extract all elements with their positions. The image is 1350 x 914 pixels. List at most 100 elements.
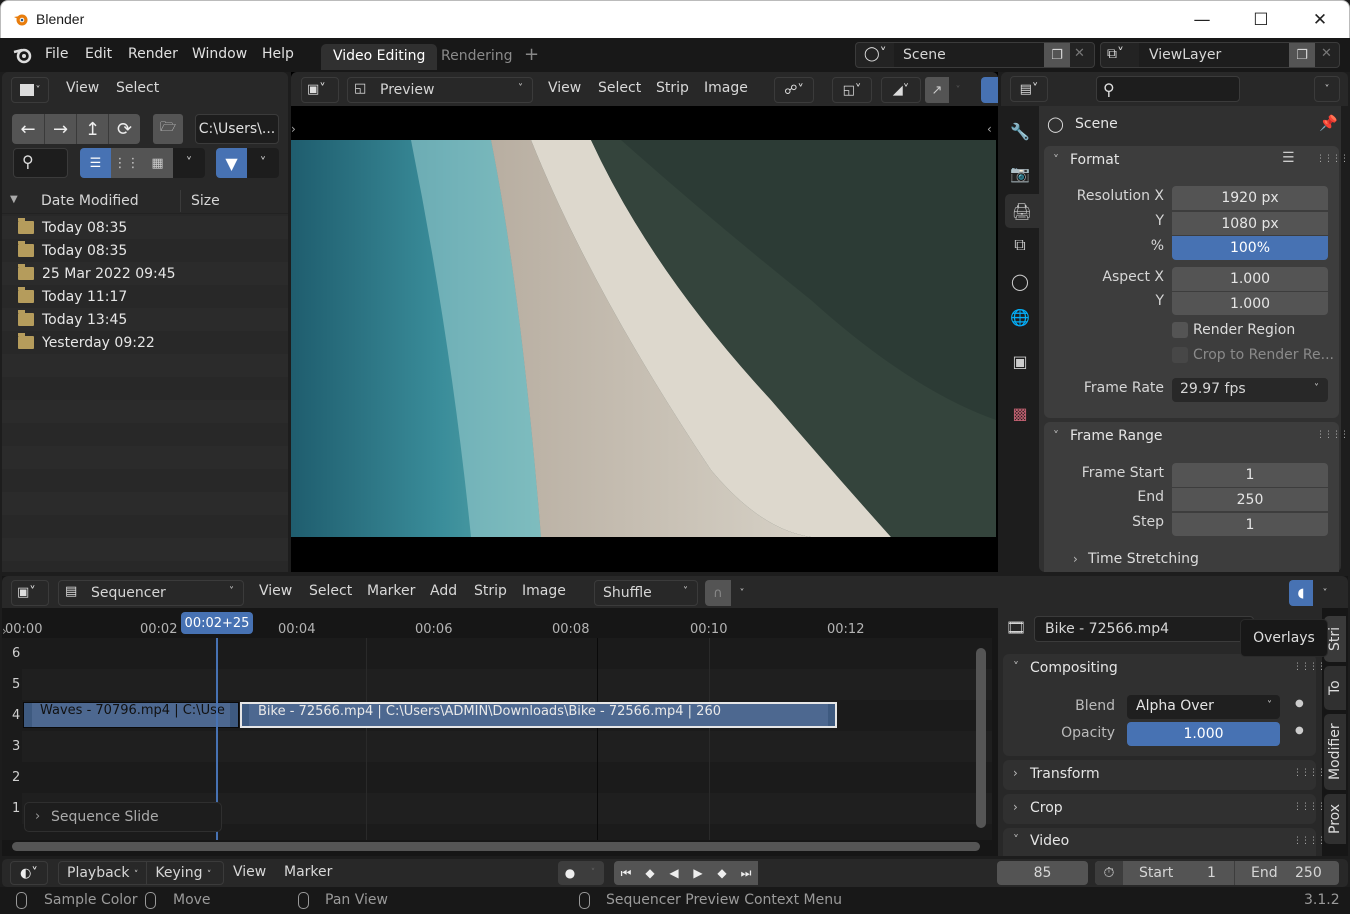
pin-icon[interactable]: 📌 (1319, 114, 1338, 132)
forward-button[interactable]: → (44, 114, 76, 144)
aspect-y-field[interactable]: 1.000 (1172, 291, 1328, 315)
menu-window[interactable]: Window (192, 46, 247, 62)
tab-collection[interactable]: ▣ (1005, 346, 1035, 376)
tab-video-editing[interactable]: Video Editing (321, 44, 438, 70)
chevron-down-icon[interactable]: ˅ (1053, 153, 1059, 167)
tab-render[interactable]: 📷 (1005, 158, 1035, 188)
editor-type-properties[interactable]: ▤˅ (1010, 76, 1048, 102)
resolution-x-field[interactable]: 1920 px (1172, 186, 1328, 210)
editor-type-sequencer[interactable]: ▣˅ (301, 77, 339, 103)
current-time-indicator[interactable]: 00:02+25 (181, 612, 253, 634)
current-frame-field[interactable]: 85 (997, 861, 1088, 885)
vertical-list-button[interactable]: ☰ (80, 148, 111, 178)
filter-search-input[interactable]: ⚲ (13, 148, 68, 178)
format-title[interactable]: Format (1070, 152, 1119, 168)
sidebar-tab-tool[interactable]: To (1324, 666, 1346, 710)
menu-view[interactable]: View (233, 864, 266, 880)
gizmo-toggle[interactable]: ↗ (925, 77, 949, 103)
refresh-button[interactable]: ⟳ (108, 114, 140, 144)
menu-image[interactable]: Image (704, 80, 748, 96)
chevron-down-icon[interactable]: ˅ (1013, 660, 1019, 674)
maximize-button[interactable]: ☐ (1232, 1, 1290, 39)
scene-icon[interactable]: ◯˅ (864, 46, 887, 62)
menu-render[interactable]: Render (128, 46, 178, 62)
tab-world[interactable]: 🌐 (1005, 302, 1035, 332)
chevron-right-icon[interactable]: › (1073, 552, 1078, 566)
menu-marker[interactable]: Marker (284, 864, 332, 880)
keyframe-dot-icon[interactable]: ● (1295, 698, 1304, 709)
menu-select[interactable]: Select (116, 80, 159, 96)
drag-handle-icon[interactable]: ⋮⋮⋮⋮ (1293, 768, 1326, 778)
last-operator-panel[interactable]: › Sequence Slide (24, 802, 222, 832)
drag-handle-icon[interactable]: ⋮⋮⋮⋮ (1293, 802, 1326, 812)
file-list-item[interactable]: Today 08:35 (2, 239, 288, 262)
play-button[interactable]: ▶ (686, 861, 710, 885)
column-date-modified[interactable]: Date Modified (41, 193, 139, 209)
sort-toggle-icon[interactable]: ▼ (10, 194, 18, 205)
menu-strip[interactable]: Strip (656, 80, 689, 96)
tab-view-layer[interactable]: ⧉ (1005, 230, 1035, 260)
properties-options-dropdown[interactable]: ˅ (1314, 76, 1340, 102)
display-options-dropdown[interactable]: ˅ (173, 148, 205, 178)
sidebar-tab-modifier[interactable]: Modifier (1324, 714, 1346, 790)
blender-menu-icon[interactable] (13, 46, 33, 64)
opacity-slider[interactable]: 1.000 (1127, 722, 1280, 746)
strip-waves[interactable]: Waves - 70796.mp4 | C:\Use (23, 702, 239, 728)
snapping-dropdown[interactable]: ˅ (731, 580, 753, 606)
tab-rendering[interactable]: Rendering (429, 44, 525, 70)
scene-selector[interactable]: ◯˅ Scene ❐ ✕ (855, 42, 1095, 68)
tab-texture[interactable]: ▩ (1005, 398, 1035, 428)
drag-handle-icon[interactable]: ⋮⋮⋮⋮ (1293, 836, 1326, 846)
expand-toolbar-icon[interactable]: › (2, 624, 7, 638)
horizontal-list-button[interactable]: ⋮⋮ (111, 148, 142, 178)
viewlayer-icon[interactable]: ⧉˅ (1107, 46, 1124, 62)
chevron-down-icon[interactable]: ˅ (1053, 429, 1059, 443)
start-frame-field[interactable]: Start 1 (1123, 861, 1235, 885)
file-list-item[interactable]: 25 Mar 2022 09:45 (2, 262, 288, 285)
strip-name-field[interactable]: Bike - 72566.mp4 (1034, 616, 1254, 642)
menu-edit[interactable]: Edit (85, 46, 112, 62)
snapping-toggle[interactable]: ∩ (705, 580, 731, 606)
close-button[interactable]: ✕ (1291, 1, 1349, 39)
vertical-scrollbar[interactable] (976, 648, 986, 828)
properties-search-input[interactable]: ⚲ (1096, 76, 1240, 102)
menu-image[interactable]: Image (522, 583, 566, 599)
menu-view[interactable]: View (548, 80, 581, 96)
jump-end-button[interactable]: ⏭ (734, 861, 758, 885)
frame-range-title[interactable]: Frame Range (1070, 428, 1162, 444)
playback-menu[interactable]: Playback ˅ (59, 862, 148, 884)
editor-type-sequencer[interactable]: ▣˅ (11, 580, 49, 606)
record-button[interactable]: ● (558, 861, 582, 885)
keying-options-dropdown[interactable]: ˅ (582, 861, 604, 885)
minimize-button[interactable]: — (1173, 1, 1231, 39)
compositing-title[interactable]: Compositing (1030, 660, 1118, 676)
viewlayer-selector[interactable]: ⧉˅ ViewLayer ❐ ✕ (1100, 42, 1340, 68)
new-scene-icon[interactable]: ❐ (1044, 43, 1070, 67)
frame-rate-dropdown[interactable]: 29.97 fps ˅ (1172, 378, 1328, 402)
filter-options-dropdown[interactable]: ˅ (247, 148, 279, 178)
view-type-dropdown[interactable]: ◱ Preview ˅ (347, 77, 533, 103)
resolution-y-field[interactable]: 1080 px (1172, 211, 1328, 235)
view-type-dropdown[interactable]: ▤ Sequencer ˅ (58, 580, 244, 606)
preview-range-toggle[interactable]: ⏱ (1095, 861, 1123, 885)
overlays-dropdown[interactable]: ˅ (1313, 580, 1337, 606)
resolution-percent-slider[interactable]: 100% (1172, 236, 1328, 260)
presets-icon[interactable]: ☰ (1282, 150, 1295, 166)
file-list-item[interactable]: Today 13:45 (2, 308, 288, 331)
menu-view[interactable]: View (259, 583, 292, 599)
new-viewlayer-icon[interactable]: ❐ (1289, 43, 1315, 67)
time-ruler[interactable]: 00:00 00:02 00:04 00:06 00:08 00:10 00:1… (2, 608, 992, 637)
aspect-x-field[interactable]: 1.000 (1172, 267, 1328, 291)
tab-scene[interactable]: ◯ (1005, 266, 1035, 296)
display-channels-dropdown[interactable]: ◱˅ (832, 77, 872, 103)
overlays-toggle[interactable]: ◖ (1289, 580, 1313, 606)
scene-name[interactable]: Scene (903, 47, 946, 63)
menu-strip[interactable]: Strip (474, 583, 507, 599)
menu-select[interactable]: Select (598, 80, 641, 96)
sidebar-tab-proxy[interactable]: Prox (1324, 794, 1346, 844)
crop-region-checkbox[interactable] (1172, 347, 1188, 363)
viewlayer-name[interactable]: ViewLayer (1149, 47, 1221, 63)
file-list-item[interactable]: Today 11:17 (2, 285, 288, 308)
overlays-toggle[interactable] (981, 77, 998, 103)
time-stretching-subpanel[interactable]: Time Stretching (1088, 551, 1199, 567)
